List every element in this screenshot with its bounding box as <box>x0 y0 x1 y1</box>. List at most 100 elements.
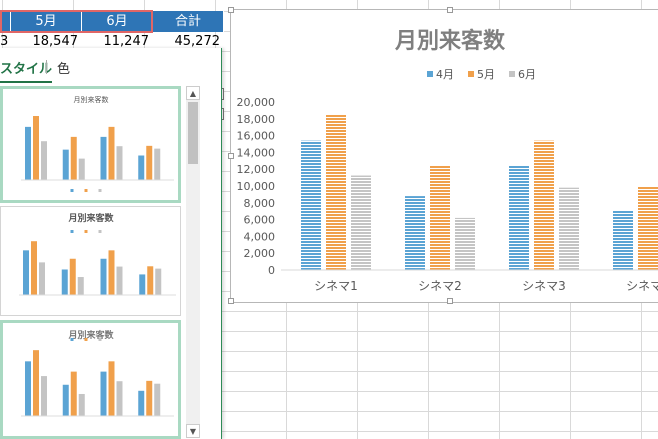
style-thumbnail-2[interactable]: 月別来客数 <box>0 206 181 316</box>
thumb-title: 月別来客数 <box>74 95 109 104</box>
resize-handle[interactable] <box>228 153 234 159</box>
thumb-bar <box>108 250 115 295</box>
thumb-bar <box>78 158 85 180</box>
bar-6月 <box>455 217 475 270</box>
thumb-legend-swatch <box>98 338 102 341</box>
y-tick-label: 12,000 <box>237 163 276 176</box>
y-tick-label: 20,000 <box>237 96 276 109</box>
thumb-bar <box>70 371 77 416</box>
bar-5月 <box>326 114 346 270</box>
thumb-bar <box>61 269 68 295</box>
thumb-legend-swatch <box>84 189 88 192</box>
thumb-legend-swatch <box>98 189 102 192</box>
y-tick-label: 14,000 <box>237 146 276 159</box>
thumb-bar <box>155 268 162 295</box>
resize-handle[interactable] <box>228 7 234 13</box>
thumb-bar <box>146 145 153 180</box>
thumb-bar <box>138 155 145 180</box>
chart-title: 月別来客数 <box>394 28 506 54</box>
chart-legend: 4月 5月 6月 <box>427 68 536 81</box>
thumb-chart-2: 月別来客数 <box>19 212 176 296</box>
bar-6月 <box>559 187 579 270</box>
thumb-bar <box>116 381 123 416</box>
y-tick-label: 4,000 <box>244 230 276 243</box>
y-axis: 20,000 18,000 16,000 14,000 12,000 10,000 8,00… <box>237 96 276 277</box>
legend-label: 5月 <box>477 68 495 81</box>
bar-4月 <box>613 210 633 270</box>
thumb-bar <box>139 274 146 295</box>
thumb-bar <box>69 258 76 295</box>
tab-style[interactable]: スタイル <box>0 58 53 83</box>
header-cell-total[interactable]: 合計 <box>153 11 224 32</box>
header-cell-blank[interactable] <box>0 11 11 32</box>
thumb-title: 月別来客数 <box>67 329 114 341</box>
header-cell-june[interactable]: 6月 <box>82 11 153 32</box>
thumb-title: 月別来客数 <box>67 212 114 224</box>
thumb-legend-swatch <box>98 230 102 233</box>
thumb-bar <box>154 148 161 180</box>
chart-area[interactable]: 月別来客数 4月 5月 6月 20,000 18,000 16,000 14,000 12,… <box>228 7 658 304</box>
pane-scrollbar[interactable]: ▲ ▼ <box>186 86 200 438</box>
thumb-bar <box>116 146 123 180</box>
scroll-down-arrow-icon[interactable]: ▼ <box>186 424 200 438</box>
resize-handle[interactable] <box>447 298 453 304</box>
thumb-bar <box>23 250 29 295</box>
thumb-bars <box>19 230 176 296</box>
tab-divider <box>46 60 47 74</box>
thumb-legend-swatch <box>70 189 74 192</box>
tab-color[interactable]: 色 <box>57 58 70 77</box>
y-tick-label: 0 <box>268 264 275 277</box>
y-tick-label: 2,000 <box>244 247 276 260</box>
bar-6月 <box>351 175 371 270</box>
bar-5月 <box>638 186 658 270</box>
thumb-bar <box>154 383 161 416</box>
resize-handle[interactable] <box>447 7 453 13</box>
legend-swatch <box>427 71 433 77</box>
chart-style-pane: スタイル 色 月別来客数 月別来客数 月別来客数 ▲ ▼ <box>0 48 222 439</box>
x-axis: シネマ1 シネマ2 シネマ3 シネマ4 <box>281 269 658 293</box>
legend-label: 6月 <box>518 68 536 81</box>
x-tick-label: シネマ3 <box>522 279 566 293</box>
thumb-bar <box>100 258 107 295</box>
thumb-bar <box>108 361 115 416</box>
thumb-legend-swatch <box>70 230 74 233</box>
thumb-bar <box>70 136 77 180</box>
header-cell-may[interactable]: 5月 <box>11 11 82 32</box>
thumb-bar <box>108 126 115 180</box>
thumb-bar <box>25 361 31 416</box>
thumb-bars <box>21 338 174 417</box>
bar-4月 <box>405 196 425 270</box>
y-tick-label: 16,000 <box>237 130 276 143</box>
bar-5月 <box>534 140 554 270</box>
y-tick-label: 8,000 <box>244 197 276 210</box>
thumb-bar <box>78 393 85 416</box>
legend-swatch <box>509 71 515 77</box>
resize-handle[interactable] <box>228 298 234 304</box>
bar-4月 <box>301 140 321 270</box>
thumb-chart-1: 月別来客数 <box>21 95 174 192</box>
main-chart: 月別来客数 4月 5月 6月 20,000 18,000 16,000 14,000 12,… <box>237 28 658 293</box>
x-tick-label: シネマ4 <box>626 279 658 293</box>
thumb-bar <box>62 384 69 416</box>
thumb-bar <box>33 350 39 416</box>
thumb-bar <box>116 266 123 295</box>
legend-swatch <box>468 71 474 77</box>
thumb-bar <box>77 277 84 295</box>
thumb-bar <box>146 380 153 416</box>
thumb-bar <box>100 136 107 180</box>
thumb-bar <box>138 390 145 416</box>
bar-4月 <box>509 165 529 270</box>
legend-label: 4月 <box>436 68 454 81</box>
style-thumbnail-1[interactable]: 月別来客数 <box>0 86 181 203</box>
scroll-thumb[interactable] <box>188 102 198 164</box>
y-tick-label: 18,000 <box>237 113 276 126</box>
scroll-up-arrow-icon[interactable]: ▲ <box>186 86 200 100</box>
chart-bars <box>301 114 658 270</box>
thumb-bar <box>41 141 47 180</box>
y-tick-label: 6,000 <box>244 214 276 227</box>
thumb-bar <box>25 126 31 180</box>
style-thumbnail-3[interactable]: 月別来客数 <box>0 320 181 439</box>
bar-5月 <box>430 165 450 270</box>
thumb-bar <box>41 376 47 416</box>
x-tick-label: シネマ2 <box>418 279 462 293</box>
